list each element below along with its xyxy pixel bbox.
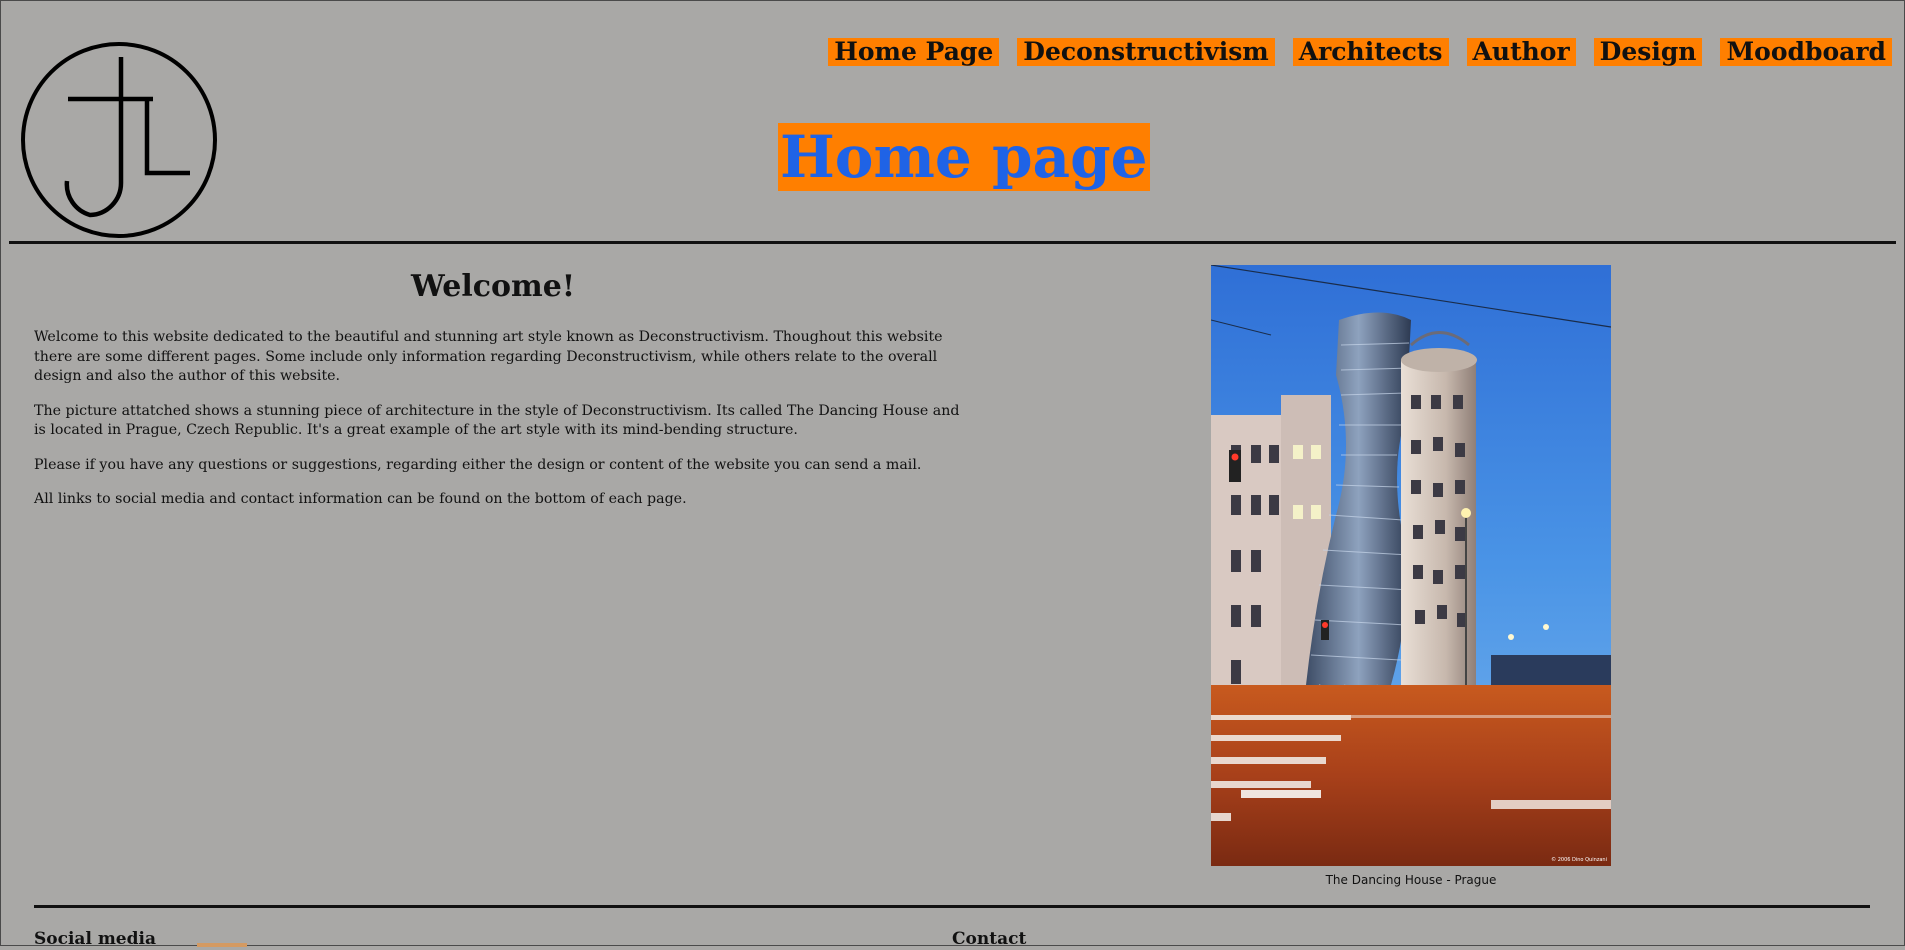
header-divider [9,241,1896,244]
paragraph-links: All links to social media and contact in… [34,491,687,507]
jl-monogram-circle-icon [21,42,217,238]
nav-author[interactable]: Author [1466,38,1576,66]
nav-design[interactable]: Design [1593,38,1703,66]
site-logo [20,41,218,239]
welcome-heading: Welcome! [410,269,575,304]
photo-credit: © 2006 Dino Quinzani [1551,856,1607,863]
page-title: Home page [778,123,1150,191]
dancing-house-photo: © 2006 Dino Quinzani [1211,265,1611,866]
photo-caption: The Dancing House - Prague [1325,873,1497,887]
footer-contact-heading: Contact [952,929,1027,949]
paragraph-questions: Please if you have any questions or sugg… [34,456,922,473]
main-nav: Home Page Deconstructivism Architects Au… [828,38,1892,66]
nav-home-page[interactable]: Home Page [828,38,1000,66]
paragraph-intro: Welcome to this website dedicated to the… [34,329,943,384]
footer-divider [34,905,1870,908]
footer-social-heading: Social media [34,929,156,949]
paragraph-picture: The picture attatched shows a stunning p… [34,402,960,439]
nav-moodboard[interactable]: Moodboard [1720,38,1892,66]
welcome-text: Welcome to this website dedicated to the… [34,328,964,525]
nav-deconstructivism[interactable]: Deconstructivism [1017,38,1275,66]
footer-social-accent [197,943,247,947]
nav-architects[interactable]: Architects [1292,38,1449,66]
